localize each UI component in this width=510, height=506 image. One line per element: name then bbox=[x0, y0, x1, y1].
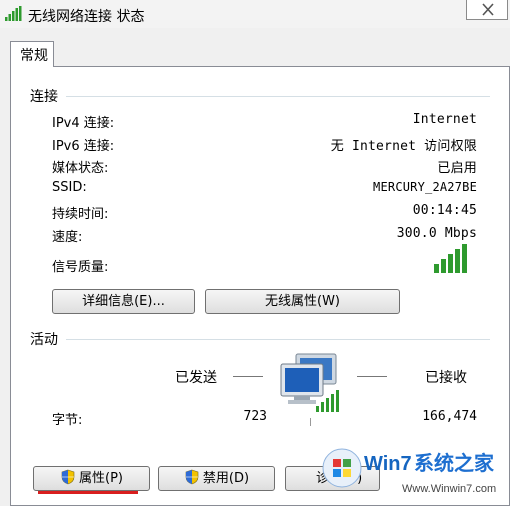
bytes-received-value: 166,474 bbox=[422, 409, 477, 424]
ipv6-value: 无 Internet 访问权限 bbox=[330, 139, 477, 154]
wireless-signal-icon bbox=[5, 6, 22, 21]
sent-label: 已发送 bbox=[175, 370, 217, 386]
tab-general-label: 常规 bbox=[20, 48, 48, 64]
speed-label: 速度: bbox=[52, 230, 83, 245]
tab-general[interactable]: 常规 bbox=[10, 41, 54, 67]
wireless-properties-button[interactable]: 无线属性(W) bbox=[205, 289, 400, 314]
properties-underline bbox=[38, 491, 138, 494]
ssid-label: SSID: bbox=[52, 180, 87, 195]
close-icon bbox=[482, 3, 494, 16]
details-button[interactable]: 详细信息(E)... bbox=[52, 289, 195, 314]
svg-text:Win7: Win7 bbox=[364, 453, 412, 475]
bytes-label: 字节: bbox=[52, 413, 83, 428]
media-state-value: 已启用 bbox=[437, 161, 477, 176]
ipv4-label: IPv4 连接: bbox=[52, 116, 115, 131]
svg-text:Www.Winwin7.com: Www.Winwin7.com bbox=[402, 483, 496, 495]
activity-tick bbox=[310, 418, 311, 426]
activity-heading: 活动 bbox=[30, 332, 58, 348]
network-computers-icon bbox=[280, 353, 339, 412]
shield-icon bbox=[185, 469, 199, 485]
duration-label: 持续时间: bbox=[52, 207, 109, 222]
received-label: 已接收 bbox=[425, 370, 467, 386]
properties-button-label: 属性(P) bbox=[79, 471, 123, 486]
signal-strength-icon bbox=[434, 244, 467, 273]
disable-button-label: 禁用(D) bbox=[202, 471, 250, 486]
connection-heading: 连接 bbox=[30, 89, 58, 105]
title-bar: 无线网络连接 状态 bbox=[0, 0, 510, 28]
disable-button[interactable]: 禁用(D) bbox=[158, 466, 275, 491]
bytes-sent-value: 723 bbox=[243, 409, 267, 424]
ipv6-label: IPv6 连接: bbox=[52, 139, 115, 154]
connection-divider bbox=[66, 96, 490, 97]
close-button[interactable] bbox=[466, 0, 508, 20]
received-line bbox=[357, 376, 387, 377]
window-title: 无线网络连接 状态 bbox=[28, 9, 145, 25]
shield-icon bbox=[61, 469, 75, 485]
svg-text:系统之家: 系统之家 bbox=[414, 451, 495, 475]
properties-button[interactable]: 属性(P) bbox=[33, 466, 150, 491]
duration-value: 00:14:45 bbox=[412, 203, 477, 218]
ssid-value: MERCURY_2A27BE bbox=[373, 180, 477, 194]
ipv4-value: Internet bbox=[412, 112, 477, 127]
media-state-label: 媒体状态: bbox=[52, 161, 109, 176]
watermark-logo: Win7 系统之家 Www.Winwin7.com bbox=[322, 448, 496, 495]
sent-line bbox=[233, 376, 263, 377]
activity-divider bbox=[66, 339, 490, 340]
signal-quality-label: 信号质量: bbox=[52, 260, 109, 275]
speed-value: 300.0 Mbps bbox=[396, 226, 477, 241]
